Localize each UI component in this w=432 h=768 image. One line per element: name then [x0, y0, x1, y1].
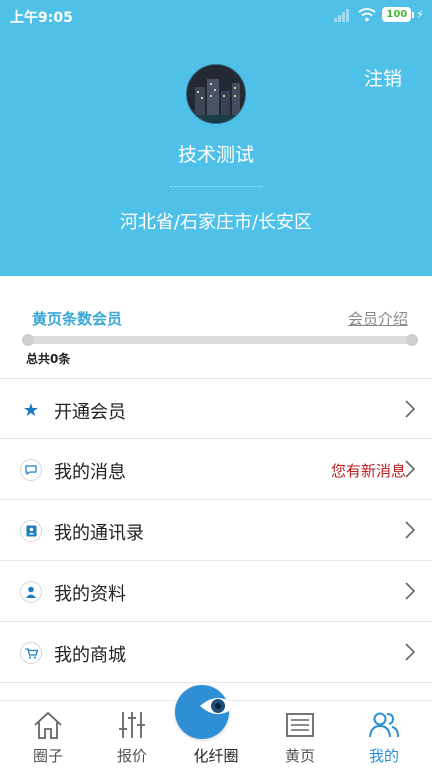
member-total: 总共0条: [26, 352, 71, 366]
list-icon: [286, 713, 314, 737]
chevron-right-icon: [405, 460, 416, 478]
tab-mine[interactable]: 我的: [344, 701, 424, 768]
status-bar: 上午9:05 100 ⚡: [0, 0, 432, 30]
battery-level: 100: [386, 9, 408, 20]
person-icon: [20, 581, 42, 603]
menu-item-shop[interactable]: 我的商城: [0, 622, 432, 683]
home-icon: [34, 711, 62, 739]
menu-item-profile[interactable]: 我的资料: [0, 561, 432, 622]
tab-label: 化纤圈: [193, 747, 239, 765]
tab-label: 圈子: [32, 747, 63, 765]
tab-quotes[interactable]: 报价: [92, 701, 172, 768]
tab-yellow-pages[interactable]: 黄页: [260, 701, 340, 768]
progress-end-dot: [406, 334, 418, 346]
menu-item-label: 我的资料: [54, 584, 126, 605]
menu-item-label: 我的商城: [54, 645, 126, 666]
chevron-right-icon: [405, 582, 416, 600]
chevron-right-icon: [405, 643, 416, 661]
tab-circle[interactable]: 圈子: [8, 701, 88, 768]
member-card: 黄页条数会员 会员介绍 总共0条: [0, 292, 432, 378]
bottom-tab-bar: 圈子 报价 化纤圈 黄页 我的: [0, 685, 432, 768]
cart-icon: [20, 642, 42, 664]
star-icon: ★: [22, 399, 40, 421]
divider: [170, 186, 262, 188]
progress-start-dot: [22, 334, 34, 346]
menu-item-contacts[interactable]: 我的通讯录: [0, 500, 432, 561]
user-name: 技术测试: [177, 144, 254, 166]
chevron-right-icon: [405, 521, 416, 539]
menu-item-messages[interactable]: 我的消息 您有新消息: [0, 439, 432, 500]
tab-label: 黄页: [284, 747, 315, 765]
menu-item-label: 我的消息: [54, 462, 126, 483]
eye-icon: [175, 685, 236, 739]
new-message-notice: 您有新消息: [330, 462, 406, 480]
signal-icon: [334, 8, 352, 22]
menu-item-open-membership[interactable]: ★ 开通会员: [0, 378, 432, 439]
message-icon: [20, 459, 42, 481]
users-icon: [369, 712, 399, 738]
tab-label: 我的: [368, 747, 399, 765]
status-icons: 100 ⚡: [334, 7, 424, 22]
member-intro-link[interactable]: 会员介绍: [348, 308, 408, 329]
profile-header: 上午9:05 100 ⚡ 注销 技术测试 河北省/石家庄市/长安区: [0, 0, 432, 276]
tab-fiber-circle[interactable]: 化纤圈: [175, 685, 256, 768]
logout-button[interactable]: 注销: [364, 64, 402, 91]
member-progress-bar: [22, 334, 418, 346]
sliders-icon: [119, 712, 145, 738]
tab-label: 报价: [116, 747, 147, 765]
avatar[interactable]: [186, 64, 246, 124]
battery-icon: 100 ⚡: [382, 7, 424, 22]
profile-menu: ★ 开通会员 我的消息 您有新消息 我的通讯录 我的资料 我的商城: [0, 378, 432, 683]
chevron-right-icon: [405, 400, 416, 418]
menu-item-label: 我的通讯录: [54, 523, 144, 544]
contacts-icon: [20, 520, 42, 542]
wifi-icon: [358, 7, 376, 21]
charging-icon: ⚡: [416, 8, 424, 21]
user-location: 河北省/石家庄市/长安区: [119, 212, 313, 233]
member-title: 黄页条数会员: [32, 310, 123, 328]
menu-item-label: 开通会员: [54, 402, 126, 423]
status-time: 上午9:05: [10, 10, 73, 26]
